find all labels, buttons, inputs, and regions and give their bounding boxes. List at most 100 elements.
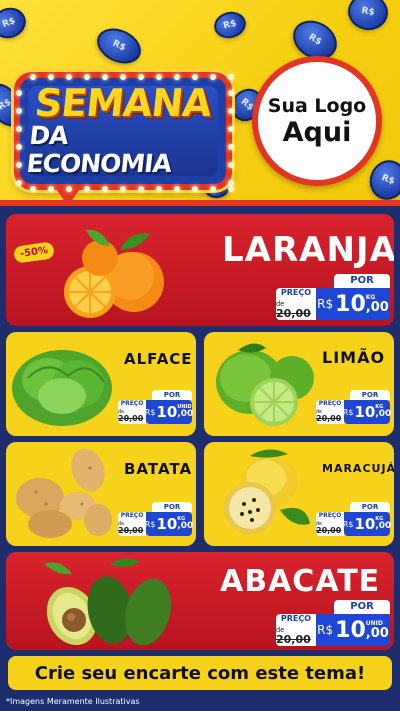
marquee-bulb xyxy=(16,180,22,186)
old-price-box: PREÇO de 20,00 xyxy=(276,288,316,320)
new-price: R$ 10 UNID ,00 xyxy=(145,400,193,424)
marquee-bulb xyxy=(30,74,36,80)
new-price: R$ 10 KG ,00 xyxy=(316,288,390,320)
old-price: de 20,00 xyxy=(276,626,311,646)
old-price-box: PREÇO de 20,00 xyxy=(316,512,344,536)
old-price: de 20,00 xyxy=(316,409,342,424)
marquee-bulb xyxy=(30,186,36,192)
marquee-bulb xyxy=(156,74,162,80)
badge-title-line2: DA ECONOMIA xyxy=(25,121,173,178)
new-price: R$ 10 KG ,00 xyxy=(145,512,193,536)
price-tag: POR PREÇO de 20,00 R$ 10 KG ,00 xyxy=(276,274,390,320)
marquee-bulb xyxy=(228,162,234,168)
product-card-limao[interactable]: LIMÃO POR PREÇO de 20,00 R$ 10 KG ,00 xyxy=(204,332,394,436)
marquee-bulb xyxy=(16,162,22,168)
por-label: POR xyxy=(350,502,390,512)
avocado-image xyxy=(44,558,172,646)
product-name: BATATA xyxy=(124,460,193,478)
marquee-bulb xyxy=(228,108,234,114)
old-price: de 20,00 xyxy=(118,521,144,536)
marquee-bulb xyxy=(156,186,162,192)
logo-text-line1: Sua Logo xyxy=(267,94,367,117)
marquee-bulb xyxy=(84,186,90,192)
cta-banner[interactable]: Crie seu encarte com este tema! xyxy=(8,656,392,690)
product-name: LARANJA xyxy=(222,230,394,270)
logo-text-line2: Aqui xyxy=(282,116,352,148)
old-price: de 20,00 xyxy=(316,521,342,536)
coin-icon xyxy=(0,3,31,43)
marquee-bulb xyxy=(138,74,144,80)
marquee-bulb xyxy=(16,144,22,150)
marquee-bulb xyxy=(228,186,234,192)
preco-label: PREÇO xyxy=(280,614,312,623)
coin-icon xyxy=(211,8,249,42)
logo-placeholder[interactable]: Sua Logo Aqui xyxy=(252,56,382,186)
marquee-bulb xyxy=(120,186,126,192)
marquee-bulb xyxy=(210,74,216,80)
coin-icon xyxy=(345,0,391,34)
marquee-bulb xyxy=(228,90,234,96)
passion-fruit-image xyxy=(224,449,310,534)
por-label: POR xyxy=(152,502,192,512)
por-label: POR xyxy=(152,390,192,400)
marquee-bulb xyxy=(192,74,198,80)
orange-image xyxy=(64,229,164,318)
price-tag: POR PREÇO de 20,00 R$ 10 KG ,00 xyxy=(316,502,391,536)
product-name: ALFACE xyxy=(124,350,193,368)
footnote: *Imagens Meramente Ilustrativas xyxy=(0,693,400,711)
product-card-maracuja[interactable]: MARACUJÁ POR PREÇO de 20,00 R$ 10 KG ,00 xyxy=(204,442,394,546)
badge-title-line1: SEMANA xyxy=(32,81,214,125)
marquee-bulb xyxy=(174,186,180,192)
price-tag: POR PREÇO de 20,00 R$ 10 KG ,00 xyxy=(118,502,193,536)
marquee-bulb xyxy=(102,186,108,192)
marquee-bulb xyxy=(66,186,72,192)
marquee-bulb xyxy=(16,126,22,132)
old-price: de 20,00 xyxy=(118,409,144,424)
marquee-bulb xyxy=(138,186,144,192)
semana-da-economia-badge: SEMANA DA ECONOMIA xyxy=(14,72,234,205)
coin-icon xyxy=(364,155,400,205)
old-price-box: PREÇO de 20,00 xyxy=(316,400,344,424)
marquee-bulb xyxy=(228,74,234,80)
marquee-bulb xyxy=(16,108,22,114)
marquee-bulb xyxy=(16,90,22,96)
new-price: R$ 10 KG ,00 xyxy=(343,512,391,536)
marquee-bulb xyxy=(228,144,234,150)
marquee-bulb xyxy=(192,186,198,192)
marquee-bulb xyxy=(228,126,234,132)
product-name: ABACATE xyxy=(220,564,381,599)
marquee-bulb xyxy=(228,180,234,186)
potato-image xyxy=(16,448,112,538)
discount-badge: -50% xyxy=(13,241,56,264)
old-price-box: PREÇO de 20,00 xyxy=(118,512,146,536)
header-area: SEMANA DA ECONOMIA Sua Logo Aqui xyxy=(0,0,400,205)
old-price-box: PREÇO de 20,00 xyxy=(118,400,146,424)
product-name: LIMÃO xyxy=(322,348,386,367)
marquee-bulb xyxy=(210,186,216,192)
price-tag: POR PREÇO de 20,00 R$ 10 UNID ,00 xyxy=(276,600,390,646)
marquee-bulb xyxy=(66,74,72,80)
por-label: POR xyxy=(334,600,390,614)
lime-image xyxy=(216,343,314,426)
marquee-bulb xyxy=(102,74,108,80)
marquee-bulb xyxy=(84,74,90,80)
product-card-abacate[interactable]: ABACATE POR PREÇO de 20,00 R$ 10 UNID ,00 xyxy=(6,552,394,650)
preco-label: PREÇO xyxy=(280,288,312,297)
old-price-box: PREÇO de 20,00 xyxy=(276,614,316,646)
product-card-alface[interactable]: ALFACE POR PREÇO de 20,00 R$ 10 UNID ,00 xyxy=(6,332,196,436)
product-card-batata[interactable]: BATATA POR PREÇO de 20,00 R$ 10 KG ,00 xyxy=(6,442,196,546)
marquee-bulb xyxy=(120,74,126,80)
marquee-bulb xyxy=(48,74,54,80)
price-tag: POR PREÇO de 20,00 R$ 10 KG ,00 xyxy=(316,390,391,424)
por-label: POR xyxy=(350,390,390,400)
coin-icon xyxy=(91,21,147,71)
price-tag: POR PREÇO de 20,00 R$ 10 UNID ,00 xyxy=(118,390,193,424)
old-price: de 20,00 xyxy=(276,300,311,320)
new-price: R$ 10 UNID ,00 xyxy=(316,614,390,646)
new-price: R$ 10 KG ,00 xyxy=(343,400,391,424)
product-card-laranja[interactable]: -50% LARANJA POR PREÇO de 20,00 R$ 10 KG… xyxy=(6,214,394,326)
marquee-bulb xyxy=(174,74,180,80)
lettuce-image xyxy=(12,350,112,426)
product-name: MARACUJÁ xyxy=(322,462,394,475)
marquee-bulb xyxy=(48,186,54,192)
